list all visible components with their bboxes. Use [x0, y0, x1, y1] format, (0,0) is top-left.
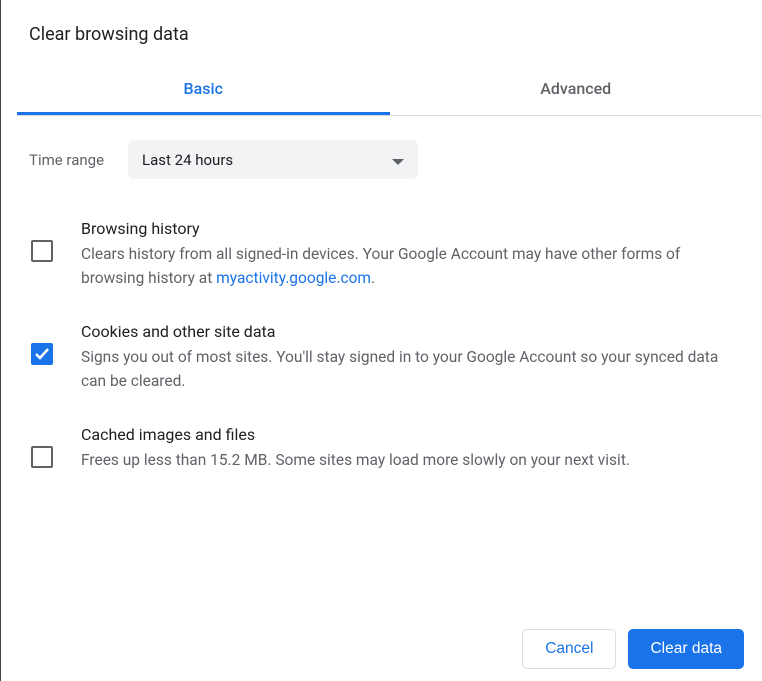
checkbox-browsing-history[interactable] — [31, 240, 53, 262]
tab-basic[interactable]: Basic — [17, 65, 390, 115]
checkbox-cache[interactable] — [31, 446, 53, 468]
option-cache: Cached images and files Frees up less th… — [31, 409, 738, 488]
desc-text-after: . — [371, 269, 375, 287]
desc-text-before: Clears history from all signed-in device… — [81, 245, 680, 287]
dropdown-arrow-icon — [392, 150, 404, 169]
option-desc: Clears history from all signed-in device… — [81, 242, 738, 290]
dialog-title: Clear browsing data — [1, 0, 762, 65]
time-range-dropdown[interactable]: Last 24 hours — [128, 140, 418, 179]
time-range-row: Time range Last 24 hours — [1, 116, 762, 195]
checkbox-cookies[interactable] — [31, 343, 53, 365]
option-desc: Signs you out of most sites. You'll stay… — [81, 345, 738, 393]
option-content: Cached images and files Frees up less th… — [81, 425, 738, 472]
tabs: Basic Advanced — [17, 65, 762, 116]
option-desc: Frees up less than 15.2 MB. Some sites m… — [81, 448, 738, 472]
clear-data-button[interactable]: Clear data — [628, 629, 744, 669]
option-title: Cookies and other site data — [81, 322, 738, 341]
myactivity-link[interactable]: myactivity.google.com — [216, 269, 371, 287]
option-browsing-history: Browsing history Clears history from all… — [31, 203, 738, 306]
option-cookies: Cookies and other site data Signs you ou… — [31, 306, 738, 409]
cancel-button[interactable]: Cancel — [522, 629, 616, 669]
time-range-value: Last 24 hours — [142, 151, 233, 169]
option-title: Cached images and files — [81, 425, 738, 444]
option-content: Browsing history Clears history from all… — [81, 219, 738, 290]
option-content: Cookies and other site data Signs you ou… — [81, 322, 738, 393]
dialog-footer: Cancel Clear data — [522, 629, 744, 669]
clear-browsing-data-dialog: Clear browsing data Basic Advanced Time … — [1, 0, 762, 488]
tab-advanced[interactable]: Advanced — [390, 65, 762, 115]
option-title: Browsing history — [81, 219, 738, 238]
options-list: Browsing history Clears history from all… — [1, 195, 762, 488]
time-range-label: Time range — [29, 151, 104, 169]
